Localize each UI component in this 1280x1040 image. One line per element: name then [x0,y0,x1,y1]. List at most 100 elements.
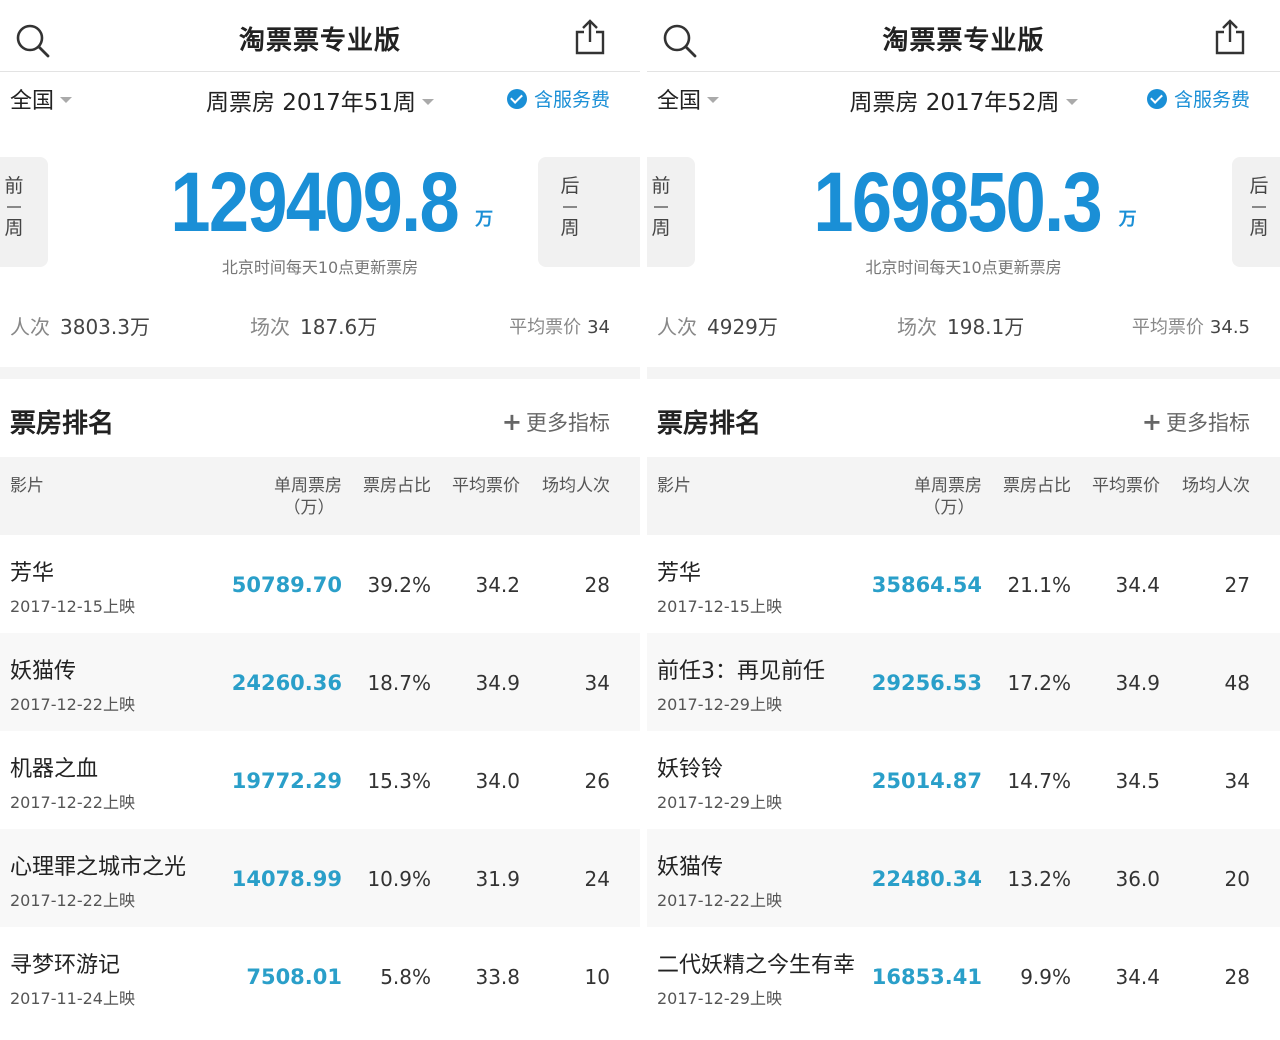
next-week-label-1: 后 [560,175,580,197]
table-row[interactable]: 二代妖精之今生有幸 2017-12-29上映 16853.41 9.9% 34.… [647,927,1280,1025]
avg-price-label: 平均票价 [509,317,582,338]
col-gross[interactable]: 单周票房 （万） [914,475,982,519]
chevron-down-icon [422,98,435,105]
col-avg-per-show[interactable]: 场均人次 [542,475,610,497]
avg-price: 34.5 [1115,769,1160,793]
total-gross-unit: 万 [475,209,494,230]
table-row[interactable]: 寻梦环游记 2017-11-24上映 7508.01 5.8% 33.8 10 [0,927,640,1025]
screenings-stat: 场次 198.1万 [897,311,1024,340]
avg-price: 34.9 [475,671,520,695]
col-avg-per-show[interactable]: 场均人次 [1182,475,1250,497]
weekly-gross: 16853.41 [871,965,982,989]
col-avg-price[interactable]: 平均票价 [1092,475,1160,497]
ranking-title: 票房排名 [10,409,115,439]
service-fee-toggle[interactable]: 含服务费 [1146,85,1250,112]
col-share[interactable]: 票房占比 [1003,475,1071,497]
avg-price: 34.9 [1115,671,1160,695]
weekly-gross: 29256.53 [871,671,982,695]
table-row[interactable]: 妖猫传 2017-12-22上映 22480.34 13.2% 36.0 20 [647,829,1280,927]
gross-share: 10.9% [367,867,431,891]
table-row[interactable]: 芳华 2017-12-15上映 50789.70 39.2% 34.2 28 [0,535,640,633]
next-week-button[interactable]: 后 周 [538,157,640,267]
col-film: 影片 [10,476,44,496]
weekly-gross: 35864.54 [871,573,982,597]
share-icon[interactable] [572,18,608,56]
avg-price: 34.4 [1115,573,1160,597]
col-gross-unit: （万） [283,498,335,518]
more-metrics-button[interactable]: + 更多指标 [502,407,610,437]
col-gross-label: 单周票房 [274,476,342,496]
col-gross-label: 单周票房 [914,476,982,496]
admissions-stat: 人次 3803.3万 [10,311,150,340]
next-week-label-2: 周 [560,217,580,239]
service-fee-label: 含服务费 [533,89,610,111]
more-metrics-label: 更多指标 [1166,411,1250,435]
top-bar: 淘票票专业版 [0,0,640,72]
table-header: 影片 单周票房 （万） 票房占比 平均票价 场均人次 [0,457,640,535]
gross-share: 39.2% [367,573,431,597]
admissions-value: 4929万 [707,315,778,339]
chevron-down-icon [60,97,73,103]
plus-icon: + [501,408,522,436]
col-avg-price[interactable]: 平均票价 [452,475,520,497]
table-row[interactable]: 妖铃铃 2017-12-29上映 25014.87 14.7% 34.5 34 [647,731,1280,829]
screenings-value: 198.1万 [947,315,1025,339]
region-selector[interactable]: 全国 [10,83,73,115]
release-date: 2017-12-22上映 [10,695,135,714]
avg-price-stat: 平均票价 34 [509,313,610,339]
app-title: 淘票票专业版 [882,26,1045,56]
period-selector[interactable]: 周票房 2017年52周 [849,90,1078,116]
avg-per-show: 28 [584,573,610,597]
avg-price: 34.2 [475,573,520,597]
release-date: 2017-12-22上映 [10,793,135,812]
screenings-label: 场次 [897,315,937,339]
check-circle-icon [1146,88,1167,109]
total-gross-value: 129409.8 [170,155,459,249]
next-week-label-1: 后 [1249,175,1269,197]
table-row[interactable]: 机器之血 2017-12-22上映 19772.29 15.3% 34.0 26 [0,731,640,829]
col-gross[interactable]: 单周票房 （万） [274,475,342,519]
avg-price: 34.4 [1115,965,1160,989]
screenings-value: 187.6万 [300,315,378,339]
region-selector[interactable]: 全国 [657,83,720,115]
avg-per-show: 27 [1224,573,1250,597]
gross-share: 14.7% [1007,769,1071,793]
col-share[interactable]: 票房占比 [363,475,431,497]
avg-price: 33.8 [475,965,520,989]
top-bar: 淘票票专业版 [647,0,1280,72]
release-date: 2017-12-15上映 [657,597,782,616]
share-icon[interactable] [1212,18,1248,56]
weekly-gross: 14078.99 [231,867,342,891]
table-row[interactable]: 芳华 2017-12-15上映 35864.54 21.1% 34.4 27 [647,535,1280,633]
period-label: 周票房 2017年51周 [205,90,417,116]
release-date: 2017-12-22上映 [657,891,782,910]
avg-per-show: 34 [584,671,610,695]
next-week-button[interactable]: 后 周 [1232,157,1280,267]
divider [1252,206,1266,208]
gross-share: 18.7% [367,671,431,695]
total-gross-area: 前 周 129409.8 万 北京时间每天10点更新票房 后 周 [0,122,640,277]
period-selector[interactable]: 周票房 2017年51周 [205,90,435,116]
total-gross-area: 前 周 169850.3 万 北京时间每天10点更新票房 后 周 [647,122,1280,277]
divider [563,206,577,208]
table-row[interactable]: 前任3：再见前任 2017-12-29上映 29256.53 17.2% 34.… [647,633,1280,731]
total-gross: 169850.3 万 [647,160,1280,244]
region-label: 全国 [10,89,55,114]
avg-price-label: 平均票价 [1131,317,1204,338]
gross-share: 5.8% [380,965,431,989]
col-gross-unit: （万） [923,498,975,518]
table-row[interactable]: 心理罪之城市之光 2017-12-22上映 14078.99 10.9% 31.… [0,829,640,927]
filter-row: 全国 周票房 2017年52周 含服务费 [647,72,1280,122]
ranking-list: 芳华 2017-12-15上映 50789.70 39.2% 34.2 28 妖… [0,535,640,1025]
check-circle-icon [506,88,527,109]
release-date: 2017-12-29上映 [657,695,782,714]
table-header: 影片 单周票房 （万） 票房占比 平均票价 场均人次 [647,457,1280,535]
service-fee-toggle[interactable]: 含服务费 [506,85,610,112]
screenshot-root: 淘票票专业版 全国 周票房 2017年51周 含服务费 前 周 129409.8… [0,0,1280,1040]
more-metrics-label: 更多指标 [526,411,610,435]
avg-price-value: 34 [587,317,610,338]
table-row[interactable]: 妖猫传 2017-12-22上映 24260.36 18.7% 34.9 34 [0,633,640,731]
film-name: 芳华 [657,561,702,586]
film-name: 前任3：再见前任 [657,659,825,684]
more-metrics-button[interactable]: + 更多指标 [1142,407,1250,437]
